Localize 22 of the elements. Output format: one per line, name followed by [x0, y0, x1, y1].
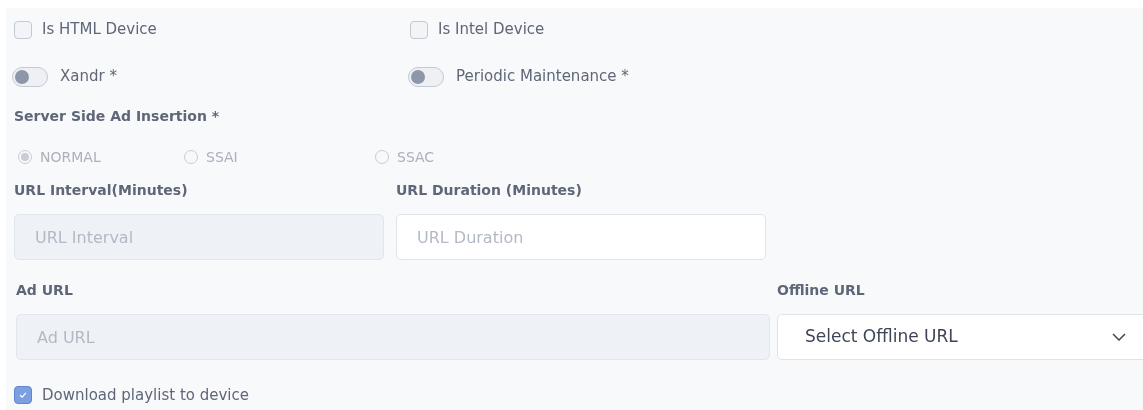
- select-dropdown[interactable]: Select Offline URL: [777, 314, 1143, 360]
- input-field[interactable]: URL Duration: [396, 214, 766, 260]
- radio-label: SSAC: [397, 147, 435, 167]
- field-label: Server Side Ad Insertion *: [14, 107, 221, 126]
- check-icon: [18, 390, 28, 401]
- checkbox[interactable]: [14, 386, 32, 405]
- checkbox-label: Is HTML Device: [42, 19, 157, 41]
- checkbox-label: Download playlist to device: [42, 385, 249, 406]
- toggle-label: Xandr *: [60, 66, 117, 88]
- checkbox[interactable]: [14, 20, 32, 39]
- toggle-label: Periodic Maintenance *: [456, 66, 629, 88]
- checkbox-label: Is Intel Device: [438, 19, 545, 41]
- toggle-switch[interactable]: [12, 66, 48, 87]
- toggle-switch[interactable]: [408, 66, 444, 87]
- field-label: Offline URL: [777, 282, 866, 298]
- checkbox[interactable]: [410, 20, 428, 39]
- field-label: Ad URL: [16, 282, 74, 298]
- chevron-down-icon: [1112, 333, 1126, 341]
- field-label: URL Interval(Minutes): [14, 182, 189, 198]
- radio-label: SSAI: [206, 147, 238, 167]
- radio-label: NORMAL: [40, 147, 101, 167]
- field-label: URL Duration (Minutes): [396, 182, 583, 198]
